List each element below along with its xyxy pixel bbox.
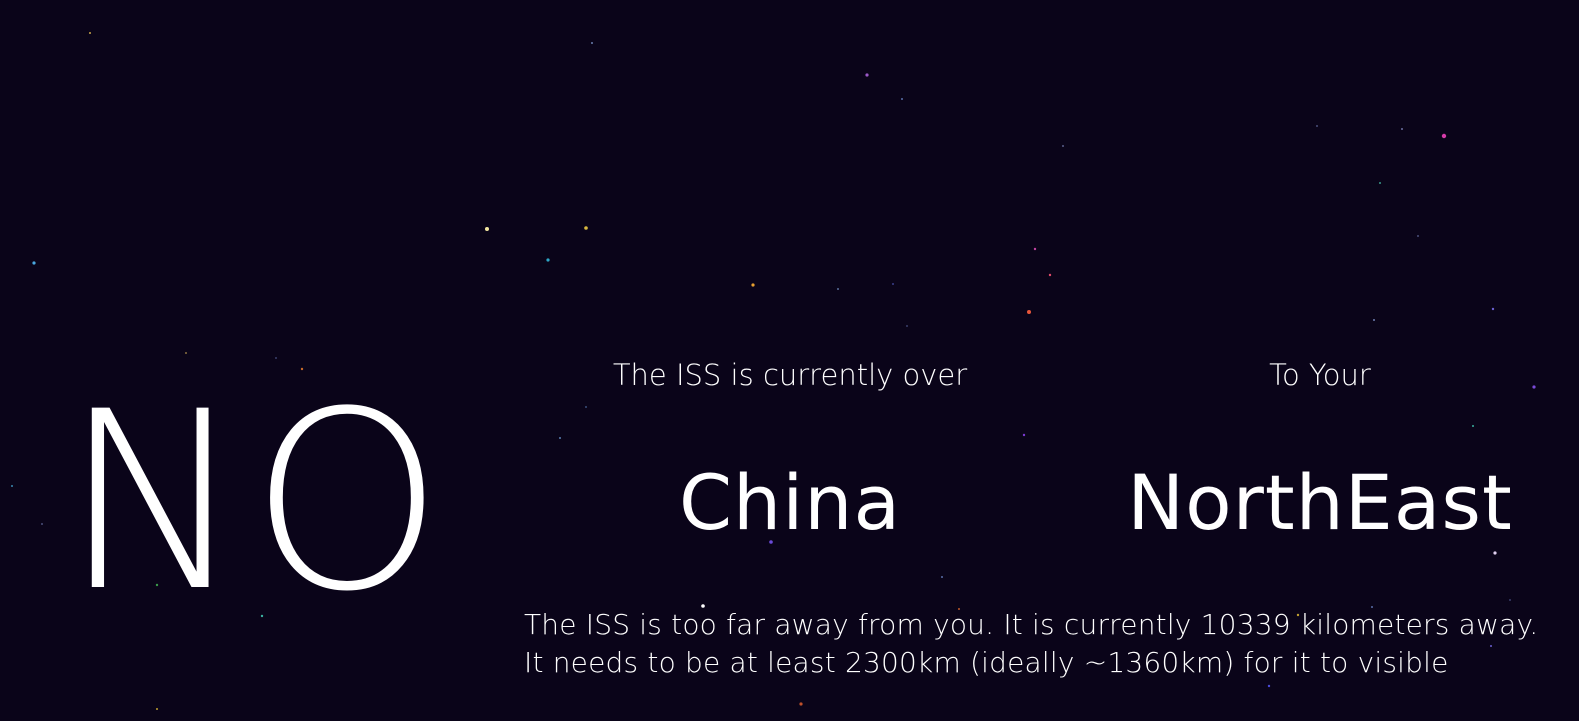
star-0 [89, 32, 91, 34]
star-1 [591, 42, 593, 44]
star-41 [1316, 125, 1318, 127]
star-22 [1472, 425, 1474, 427]
star-18 [1491, 307, 1495, 311]
star-38 [799, 702, 803, 706]
star-23 [1022, 433, 1026, 437]
location-value: China [678, 458, 902, 547]
visibility-answer: NO [62, 360, 448, 646]
star-9 [584, 226, 588, 230]
star-8 [485, 227, 489, 231]
star-43 [892, 283, 894, 285]
star-10 [546, 258, 550, 262]
star-37 [1267, 684, 1271, 688]
star-6 [1062, 145, 1064, 147]
star-39 [156, 708, 158, 710]
star-17 [1373, 319, 1375, 321]
star-45 [275, 357, 277, 359]
star-44 [906, 325, 908, 327]
star-7 [1379, 182, 1381, 184]
star-26 [11, 485, 13, 487]
star-16 [1027, 310, 1031, 314]
location-label: The ISS is currently over [612, 358, 968, 392]
star-12 [1033, 247, 1037, 251]
star-24 [559, 437, 561, 439]
direction-label: To Your [1269, 358, 1371, 392]
star-40 [41, 523, 43, 525]
distance-info-line-1: The ISS is too far away from you. It is … [524, 608, 1539, 641]
distance-info: The ISS is too far away from you. It is … [524, 606, 1538, 682]
star-46 [1509, 599, 1511, 601]
star-14 [751, 283, 755, 287]
star-42 [1417, 235, 1419, 237]
star-2 [865, 73, 869, 77]
star-28 [1493, 551, 1497, 555]
star-13 [1048, 273, 1052, 277]
page: NO The ISS is currently over China To Yo… [0, 0, 1579, 721]
star-11 [32, 261, 36, 265]
star-15 [837, 288, 839, 290]
star-3 [901, 98, 903, 100]
direction-value: NorthEast [1127, 458, 1513, 547]
star-25 [585, 406, 587, 408]
star-29 [941, 576, 943, 578]
star-19 [185, 352, 187, 354]
star-5 [1401, 128, 1403, 130]
distance-info-line-2: It needs to be at least 2300km (ideally … [524, 646, 1449, 679]
star-4 [1441, 133, 1447, 139]
